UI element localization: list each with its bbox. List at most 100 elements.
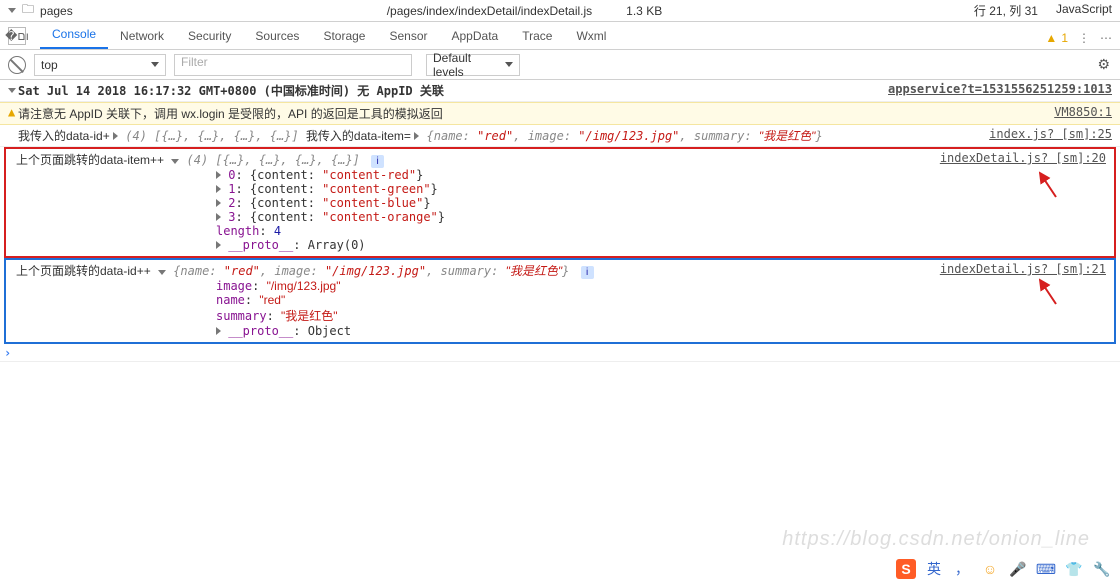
info-icon[interactable]: i xyxy=(371,155,384,168)
expand-icon[interactable] xyxy=(8,82,18,96)
ime-lang-toggle[interactable]: 英 xyxy=(924,559,944,579)
ime-punct-icon[interactable]: ， xyxy=(952,559,972,579)
annotation-arrow-icon xyxy=(1036,169,1060,199)
devtools-tabs: �םı ConsoleNetworkSecuritySourcesStorage… xyxy=(0,22,1120,50)
expand-icon[interactable] xyxy=(216,213,221,221)
source-link[interactable]: index.js? [sm]:25 xyxy=(989,127,1112,141)
info-icon[interactable]: i xyxy=(581,266,594,279)
expand-icon[interactable] xyxy=(414,132,419,140)
log-text: 我传入的data-id+ xyxy=(18,129,113,143)
array-preview: (4) [{…}, {…}, {…}, {…}] xyxy=(187,153,360,167)
log-text: 上个页面跳转的data-item++ xyxy=(16,153,164,167)
expand-icon[interactable] xyxy=(113,132,118,140)
brace: } xyxy=(815,129,822,143)
gear-icon[interactable]: ⚙ xyxy=(1097,56,1110,73)
console-prompt[interactable]: › xyxy=(0,344,1120,362)
warning-badge[interactable]: ▲ 1 xyxy=(1045,31,1068,45)
annotation-arrow-icon xyxy=(1036,276,1060,306)
tree-item-pages[interactable]: 🗀 pages xyxy=(8,0,73,21)
ime-keyboard-icon[interactable]: ⌨ xyxy=(1036,559,1056,579)
key: image xyxy=(274,264,310,278)
source-link[interactable]: indexDetail.js? [sm]:20 xyxy=(940,151,1106,165)
ime-emoji-icon[interactable]: ☺ xyxy=(980,559,1000,579)
array-item: 1: {content: "content-green"} xyxy=(16,182,1108,196)
warning-text: 请注意无 AppID 关联下，调用 wx.login 是受限的，API 的返回是… xyxy=(18,105,443,122)
level-label: Default levels xyxy=(433,51,501,79)
file-language: JavaScript xyxy=(1056,2,1112,19)
value: "red" xyxy=(477,129,513,143)
object-property: image: "/img/123.jpg" xyxy=(16,279,1108,293)
expand-icon[interactable] xyxy=(216,327,221,335)
tab-console[interactable]: Console xyxy=(40,21,108,49)
context-label: top xyxy=(41,58,58,72)
log-warning-row: ▲ 请注意无 AppID 关联下，调用 wx.login 是受限的，API 的返… xyxy=(0,102,1120,125)
log-text: 我传入的data-item= xyxy=(306,129,414,143)
cursor-position: 行 21, 列 31 xyxy=(974,2,1038,19)
brace: } xyxy=(562,264,569,278)
value: "red" xyxy=(224,264,260,278)
level-dropdown[interactable]: Default levels xyxy=(426,54,520,76)
clear-console-icon[interactable] xyxy=(8,56,26,74)
collapse-icon[interactable] xyxy=(158,270,166,275)
file-size: 1.3 KB xyxy=(626,4,662,18)
folder-icon: 🗀 xyxy=(22,0,34,21)
value: "我是红色" xyxy=(759,129,816,143)
dock-icon[interactable]: �םı xyxy=(8,27,26,45)
chevron-down-icon xyxy=(8,8,16,13)
source-link[interactable]: VM8850:1 xyxy=(1054,105,1112,119)
tab-network[interactable]: Network xyxy=(108,23,176,49)
array-item: 3: {content: "content-orange"} xyxy=(16,210,1108,224)
more-icon[interactable]: ⋯ xyxy=(1100,31,1112,45)
object-property: name: "red" xyxy=(16,293,1108,307)
expand-icon[interactable] xyxy=(216,241,221,249)
value: Object xyxy=(308,324,351,338)
log-header-row: Sat Jul 14 2018 16:17:32 GMT+0800 (中国标准时… xyxy=(0,80,1120,102)
key: image xyxy=(528,129,564,143)
kebab-icon[interactable]: ⋮ xyxy=(1078,31,1090,45)
tab-storage[interactable]: Storage xyxy=(311,23,377,49)
chevron-down-icon xyxy=(505,62,513,67)
key: name xyxy=(180,264,209,278)
warning-icon: ▲ xyxy=(1045,31,1057,45)
ime-voice-icon[interactable]: 🎤 xyxy=(1008,559,1028,579)
console-toolbar: top Filter Default levels ⚙ xyxy=(0,50,1120,80)
brace: { xyxy=(427,129,434,143)
tab-sensor[interactable]: Sensor xyxy=(377,23,439,49)
ime-logo-icon[interactable]: S xyxy=(896,559,916,579)
expand-icon[interactable] xyxy=(216,199,221,207)
source-link[interactable]: appservice?t=1531556251259:1013 xyxy=(888,82,1112,96)
file-path: /pages/index/indexDetail/indexDetail.js xyxy=(387,4,592,18)
ime-skin-icon[interactable]: 👕 xyxy=(1064,559,1084,579)
array-item: 0: {content: "content-red"} xyxy=(16,168,1108,182)
value: "我是红色" xyxy=(506,264,563,278)
filter-input[interactable]: Filter xyxy=(174,54,412,76)
ime-settings-icon[interactable]: 🔧 xyxy=(1092,559,1112,579)
collapse-icon[interactable] xyxy=(171,159,179,164)
tab-wxml[interactable]: Wxml xyxy=(564,23,618,49)
value: Array(0) xyxy=(308,238,366,252)
expand-icon[interactable] xyxy=(216,171,221,179)
source-link[interactable]: indexDetail.js? [sm]:21 xyxy=(940,262,1106,276)
tab-sources[interactable]: Sources xyxy=(243,23,311,49)
highlight-box-blue: 上个页面跳转的data-id++ {name: "red", image: "/… xyxy=(4,258,1116,344)
array-preview: (4) [{…}, {…}, {…}, {…}] xyxy=(125,129,298,143)
value: "/img/123.jpg" xyxy=(578,129,679,143)
expand-icon[interactable] xyxy=(216,185,221,193)
key: summary xyxy=(441,264,492,278)
watermark: https://blog.csdn.net/onion_line xyxy=(782,528,1090,551)
tab-appdata[interactable]: AppData xyxy=(440,23,511,49)
file-info-bar: 🗀 pages /pages/index/indexDetail/indexDe… xyxy=(0,0,1120,22)
key: __proto__ xyxy=(228,238,293,252)
context-dropdown[interactable]: top xyxy=(34,54,166,76)
chevron-right-icon: › xyxy=(4,346,11,360)
key: length xyxy=(216,224,259,238)
warning-count: 1 xyxy=(1061,31,1068,45)
log-header-text: Sat Jul 14 2018 16:17:32 GMT+0800 (中国标准时… xyxy=(18,82,444,99)
log-text: 上个页面跳转的data-id++ xyxy=(16,264,151,278)
tab-trace[interactable]: Trace xyxy=(510,23,564,49)
warning-icon: ▲ xyxy=(8,105,18,119)
tab-security[interactable]: Security xyxy=(176,23,243,49)
key: name xyxy=(434,129,463,143)
chevron-down-icon xyxy=(151,62,159,67)
tree-label: pages xyxy=(40,4,73,18)
